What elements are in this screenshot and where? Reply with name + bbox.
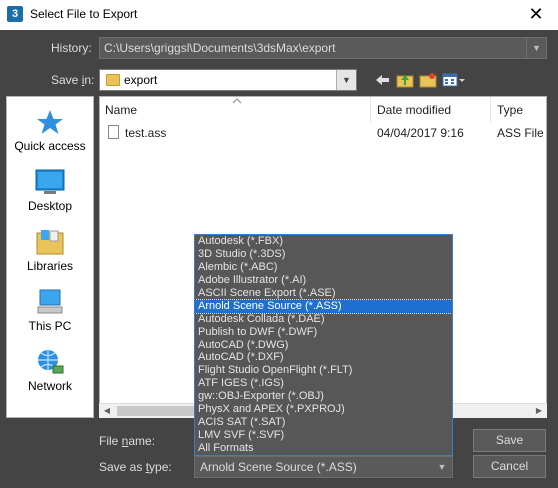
column-header-name[interactable]: Name: [105, 97, 137, 123]
dropdown-option[interactable]: Autodesk Collada (*.DAE): [195, 313, 452, 326]
column-header-type[interactable]: Type: [497, 97, 523, 123]
place-label: This PC: [28, 319, 72, 333]
type-dropdown-list[interactable]: Autodesk (*.FBX) 3D Studio (*.3DS) Alembic…: [194, 234, 453, 456]
dropdown-option[interactable]: All Formats: [195, 442, 452, 455]
chevron-down-icon[interactable]: ▼: [526, 38, 546, 58]
save-in-value: export: [124, 73, 158, 87]
place-quick-access[interactable]: Quick access: [7, 109, 93, 153]
save-button[interactable]: Save: [473, 429, 546, 452]
save-in-combo[interactable]: export ▼: [99, 69, 357, 91]
dropdown-option[interactable]: Alembic (*.ABC): [195, 261, 452, 274]
libraries-icon: [36, 230, 64, 255]
star-icon: [37, 110, 63, 134]
column-separator[interactable]: [490, 97, 491, 123]
place-this-pc[interactable]: This PC: [7, 289, 93, 333]
view-menu-icon[interactable]: [442, 72, 466, 88]
file-date: 04/04/2017 9:16: [377, 126, 464, 140]
file-name-label: File name:: [99, 434, 156, 448]
dropdown-option[interactable]: AutoCAD (*.DXF): [195, 351, 452, 364]
chevron-down-icon[interactable]: ▼: [336, 70, 356, 90]
place-label: Libraries: [26, 259, 74, 273]
dropdown-option[interactable]: 3D Studio (*.3DS): [195, 248, 452, 261]
save-as-type-value: Arnold Scene Source (*.ASS): [200, 460, 357, 474]
title-bar: 3 Select File to Export ✕: [0, 0, 558, 30]
scroll-left-icon[interactable]: ◀: [99, 404, 115, 418]
column-separator[interactable]: [370, 97, 371, 123]
file-name: test.ass: [125, 126, 167, 140]
dropdown-option[interactable]: ACIS SAT (*.SAT): [195, 416, 452, 429]
dropdown-option[interactable]: AutoCAD (*.DWG): [195, 339, 452, 352]
desktop-icon: [35, 169, 65, 194]
dropdown-option[interactable]: Arnold Scene Source (*.ASS): [195, 298, 452, 314]
history-combo[interactable]: C:\Users\griggsl\Documents\3dsMax\export…: [99, 37, 547, 59]
dropdown-option[interactable]: gw::OBJ-Exporter (*.OBJ): [195, 390, 452, 403]
file-type: ASS File: [497, 126, 544, 140]
window-title: Select File to Export: [30, 7, 138, 21]
folder-icon: [106, 74, 120, 86]
place-libraries[interactable]: Libraries: [7, 229, 93, 273]
scroll-right-icon[interactable]: ▶: [531, 404, 547, 418]
dropdown-option[interactable]: Autodesk (*.FBX): [195, 235, 452, 248]
dropdown-option[interactable]: Publish to DWF (*.DWF): [195, 326, 452, 339]
dropdown-option[interactable]: PhysX and APEX (*.PXPROJ): [195, 403, 452, 416]
close-button[interactable]: ✕: [514, 0, 558, 30]
file-icon: [108, 125, 119, 139]
cancel-button[interactable]: Cancel: [473, 455, 546, 478]
place-desktop[interactable]: Desktop: [7, 169, 93, 213]
dropdown-option[interactable]: Flight Studio OpenFlight (*.FLT): [195, 364, 452, 377]
app-icon: 3: [7, 6, 23, 22]
back-arrow-icon[interactable]: [374, 72, 392, 88]
history-label: History:: [51, 41, 92, 55]
dropdown-option[interactable]: Adobe Illustrator (*.AI): [195, 274, 452, 287]
save-in-label: Save in:: [51, 73, 95, 87]
place-network[interactable]: Network: [7, 349, 93, 393]
history-value: C:\Users\griggsl\Documents\3dsMax\export: [104, 41, 336, 55]
dropdown-option[interactable]: LMV SVF (*.SVF): [195, 429, 452, 442]
sort-up-icon: [232, 98, 242, 104]
column-header-date[interactable]: Date modified: [377, 97, 451, 123]
network-icon: [38, 350, 64, 374]
file-row[interactable]: test.ass 04/04/2017 9:16 ASS File: [100, 123, 546, 143]
up-folder-icon[interactable]: [396, 72, 414, 88]
dropdown-option[interactable]: ASCII Scene Export (*.ASE): [195, 287, 452, 300]
chevron-down-icon[interactable]: ▼: [432, 457, 452, 477]
computer-icon: [37, 289, 63, 314]
place-label: Desktop: [27, 199, 73, 213]
place-label: Network: [27, 379, 72, 393]
places-bar: Quick access Desktop Libraries This PC N…: [6, 96, 94, 418]
save-as-type-select[interactable]: Arnold Scene Source (*.ASS) ▼: [194, 456, 453, 478]
dropdown-option[interactable]: ATF IGES (*.IGS): [195, 377, 452, 390]
new-folder-icon[interactable]: [419, 72, 437, 88]
place-label: Quick access: [14, 139, 86, 153]
save-as-type-label: Save as type:: [99, 460, 172, 474]
